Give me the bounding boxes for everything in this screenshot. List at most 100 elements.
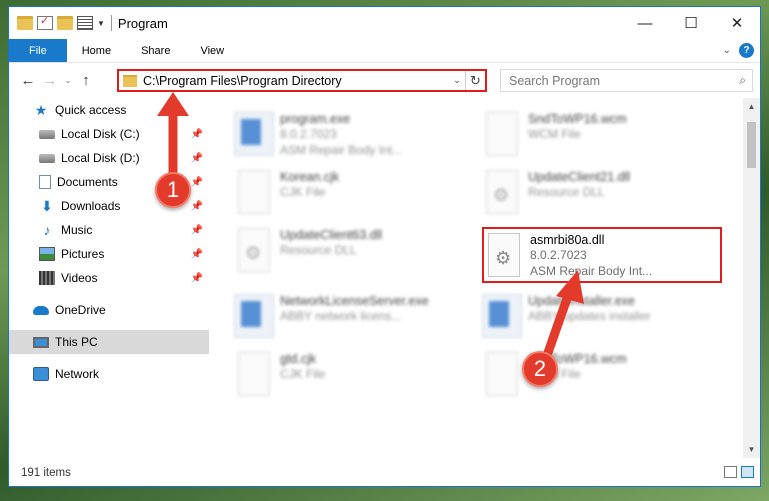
sidebar-item-label: Documents (57, 175, 118, 189)
up-arrow-icon[interactable]: ↑ (75, 72, 97, 89)
documents-icon (39, 175, 51, 189)
back-arrow-icon[interactable]: ← (17, 72, 39, 89)
close-button[interactable]: ✕ (714, 7, 760, 39)
file-item[interactable]: gtd.cjk CJK File (234, 346, 474, 402)
file-item[interactable]: SndToWP16.wcm WCM File (482, 106, 722, 162)
step-1-badge: 1 (155, 172, 191, 208)
pin-icon[interactable]: 📌 (191, 273, 203, 284)
vertical-scrollbar[interactable]: ▲ ▼ (743, 98, 760, 458)
file-type: Resource DLL (280, 243, 357, 257)
gear-icon: ⚙ (493, 185, 510, 205)
customize-toolbar-dropdown-icon[interactable]: ▼ (97, 19, 105, 28)
view-options-icon[interactable] (77, 16, 93, 30)
tab-share[interactable]: Share (126, 39, 185, 62)
folder-icon (17, 16, 33, 30)
step-2-badge: 2 (522, 351, 558, 387)
file-item-asmrbi80a-dll[interactable]: ⚙ asmrbi80a.dll 8.0.2.7023 ASM Repair Bo… (482, 227, 722, 283)
file-item[interactable]: ⚙ UpdateClient21.dll Resource DLL (482, 164, 722, 220)
file-description: ABBY updates installer (528, 309, 651, 323)
sidebar-item-label: OneDrive (55, 303, 106, 317)
sidebar-item-label: Downloads (61, 199, 121, 213)
document-file-icon (238, 352, 270, 396)
pin-icon[interactable]: 📌 (191, 177, 203, 188)
download-arrow-icon: ⬇ (41, 198, 53, 214)
file-type: Resource DLL (528, 185, 605, 199)
address-path[interactable]: C:\Program Files\Program Directory (143, 74, 449, 88)
item-count: 191 items (21, 466, 71, 479)
ribbon-tabs: File Home Share View ⌄ ? (9, 39, 760, 63)
tab-home[interactable]: Home (67, 39, 126, 62)
sidebar-item-music[interactable]: ♪ Music 📌 (9, 218, 209, 242)
sidebar-item-this-pc[interactable]: This PC (9, 330, 209, 354)
address-bar[interactable]: C:\Program Files\Program Directory ⌄ ↻ (117, 69, 487, 92)
file-explorer-window: ▼ Program — ☐ ✕ File Home Share View ⌄ ?… (8, 6, 761, 487)
file-name: Korean.cjk (280, 170, 340, 184)
sidebar-item-pictures[interactable]: Pictures 📌 (9, 242, 209, 266)
sidebar-item-label: Quick access (55, 103, 127, 117)
file-name: UpdateClient63.dll (280, 228, 383, 242)
file-item[interactable]: Korean.cjk CJK File (234, 164, 474, 220)
sidebar-item-label: This PC (55, 335, 98, 349)
gear-icon: ⚙ (495, 248, 512, 268)
exe-file-icon (234, 294, 274, 338)
tab-view[interactable]: View (185, 39, 239, 62)
dll-file-icon: ⚙ (486, 170, 518, 214)
pin-icon[interactable]: 📌 (191, 153, 203, 164)
file-item[interactable]: ⚙ UpdateClient63.dll Resource DLL (234, 222, 474, 278)
ribbon-right-controls: ⌄ ? (723, 43, 754, 58)
file-item[interactable]: SndToWP16.wcm WCM File (482, 346, 722, 402)
exe-file-icon (482, 294, 522, 338)
address-dropdown-icon[interactable]: ⌄ (449, 75, 465, 86)
file-name: UpdateClient21.dll (528, 170, 631, 184)
file-item[interactable]: UpdateInstaller.exe ABBY updates install… (482, 288, 722, 344)
file-description: ASM Repair Body Int... (530, 264, 653, 278)
pictures-icon (39, 247, 55, 261)
view-toggles (724, 466, 754, 478)
sidebar-item-quick-access[interactable]: ★ Quick access (9, 98, 209, 122)
search-input[interactable]: Search Program ⌕ (500, 69, 753, 92)
minimize-button[interactable]: — (622, 7, 668, 39)
pin-icon[interactable]: 📌 (191, 249, 203, 260)
file-name: program.exe (280, 112, 351, 126)
tiles-view-icon[interactable] (741, 466, 754, 478)
drive-icon (39, 153, 55, 163)
window-title: Program (117, 15, 168, 31)
properties-icon[interactable] (37, 14, 53, 30)
expand-ribbon-icon[interactable]: ⌄ (723, 45, 731, 56)
file-name: asmrbi80a.dll (530, 233, 605, 247)
help-icon[interactable]: ? (739, 43, 754, 58)
sidebar-item-local-disk-c[interactable]: Local Disk (C:) 📌 (9, 122, 209, 146)
navigation-pane: ★ Quick access Local Disk (C:) 📌 Local D… (9, 98, 209, 458)
new-folder-icon[interactable] (57, 16, 73, 30)
star-icon: ★ (34, 102, 48, 118)
sidebar-item-local-disk-d[interactable]: Local Disk (D:) 📌 (9, 146, 209, 170)
file-item[interactable]: program.exe 8.0.2.7023 ASM Repair Body I… (234, 106, 474, 162)
sidebar-item-onedrive[interactable]: OneDrive (9, 298, 209, 322)
tab-file[interactable]: File (9, 39, 67, 62)
pin-icon[interactable]: 📌 (191, 201, 203, 212)
recent-locations-chevron-icon[interactable]: ⌄ (61, 76, 75, 85)
title-bar: ▼ Program — ☐ ✕ (9, 7, 760, 39)
details-view-icon[interactable] (724, 466, 737, 478)
pin-icon[interactable]: 📌 (191, 225, 203, 236)
scroll-down-arrow-icon[interactable]: ▼ (743, 441, 760, 458)
sidebar-item-label: Music (61, 223, 93, 237)
file-name: NetworkLicenseServer.exe (280, 294, 429, 308)
scroll-up-arrow-icon[interactable]: ▲ (743, 98, 760, 115)
sidebar-item-videos[interactable]: Videos 📌 (9, 266, 209, 290)
maximize-button[interactable]: ☐ (668, 7, 714, 39)
sidebar-item-label: Local Disk (D:) (61, 151, 140, 165)
forward-arrow-icon[interactable]: → (39, 72, 61, 89)
sidebar-item-network[interactable]: Network (9, 362, 209, 386)
navigation-bar: ← → ⌄ ↑ C:\Program Files\Program Directo… (9, 63, 760, 97)
drive-icon (39, 129, 55, 139)
pin-icon[interactable]: 📌 (191, 129, 203, 140)
refresh-icon[interactable]: ↻ (465, 71, 485, 90)
file-type: CJK File (280, 367, 326, 381)
scrollbar-thumb[interactable] (747, 122, 756, 168)
address-folder-icon (123, 74, 137, 87)
file-item[interactable]: NetworkLicenseServer.exe ABBY network li… (234, 288, 474, 344)
